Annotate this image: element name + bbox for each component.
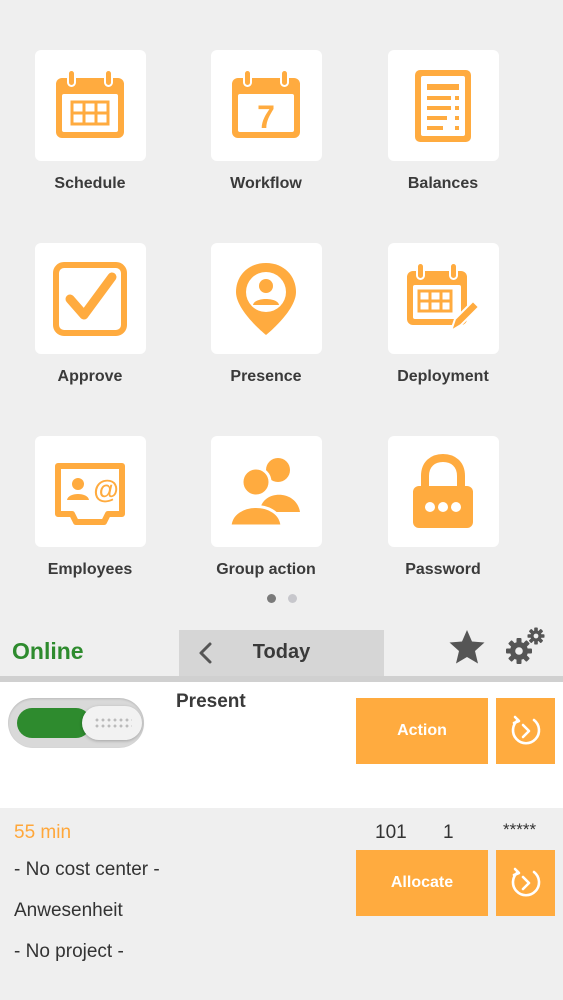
- presence-toggle-knob[interactable]: [82, 706, 142, 740]
- day-navigator[interactable]: Today: [179, 630, 384, 676]
- checkbox-icon: [53, 261, 127, 336]
- presence-toggle[interactable]: [8, 698, 144, 748]
- booking-panel: 55 min - No cost center - Anwesenheit - …: [0, 808, 563, 1000]
- calendar-pencil-icon: [407, 261, 481, 333]
- connection-status: Online: [12, 638, 84, 664]
- gear-icon[interactable]: [504, 626, 548, 666]
- duration-label: 55 min: [14, 822, 72, 843]
- masked-value: *****: [503, 820, 537, 839]
- project-label[interactable]: - No project -: [14, 941, 124, 963]
- app-grid: Schedule 7 Workflow Balances Approve Pre…: [0, 0, 563, 620]
- allocate-timer-button[interactable]: [496, 850, 555, 916]
- code-secondary: 1: [443, 822, 454, 843]
- group-people-icon: [228, 457, 300, 527]
- tile-approve[interactable]: Approve: [2, 243, 178, 386]
- allocate-button[interactable]: Allocate: [356, 850, 488, 916]
- tile-schedule[interactable]: Schedule: [2, 50, 178, 193]
- tile-presence-label: Presence: [230, 368, 302, 385]
- padlock-icon: [413, 453, 473, 528]
- tile-presence-box[interactable]: [210, 243, 322, 354]
- tile-password-box[interactable]: [387, 436, 499, 547]
- star-icon[interactable]: [447, 627, 487, 667]
- page-dot-1[interactable]: [266, 594, 276, 603]
- code-primary: 101: [375, 822, 407, 843]
- tile-schedule-box[interactable]: [34, 50, 146, 161]
- tile-balances-label: Balances: [407, 175, 479, 192]
- tile-deployment-box[interactable]: [387, 243, 499, 354]
- current-day-label: Today: [252, 641, 311, 663]
- timer-refresh-icon: [511, 715, 540, 745]
- tile-workflow[interactable]: 7 Workflow: [178, 50, 354, 193]
- presence-panel: Present Action: [0, 682, 563, 808]
- tile-schedule-label: Schedule: [54, 175, 126, 192]
- tile-deployment-label: Deployment: [397, 368, 489, 385]
- tile-approve-label: Approve: [57, 368, 123, 385]
- action-button[interactable]: Action: [356, 698, 488, 764]
- tile-employees[interactable]: @ Employees: [2, 436, 178, 579]
- grip-icon: [94, 717, 132, 729]
- tile-group-action[interactable]: Group action: [178, 436, 354, 579]
- activity-label[interactable]: Anwesenheit: [14, 900, 123, 922]
- tile-approve-box[interactable]: [34, 243, 146, 354]
- timer-refresh-icon: [511, 867, 540, 897]
- tile-password-label: Password: [405, 561, 481, 578]
- document-list-icon: [415, 69, 471, 142]
- action-timer-button[interactable]: [496, 698, 555, 764]
- tile-employees-label: Employees: [47, 561, 133, 578]
- tile-group-action-box[interactable]: [210, 436, 322, 547]
- presence-toggle-track: [17, 708, 91, 738]
- tile-presence[interactable]: Presence: [178, 243, 354, 386]
- page-dot-2[interactable]: [287, 594, 297, 603]
- tile-deployment[interactable]: Deployment: [355, 243, 531, 386]
- cost-center-label[interactable]: - No cost center -: [14, 859, 160, 881]
- contact-card-icon: @: [55, 462, 125, 525]
- calendar-day-icon: 7: [232, 68, 300, 138]
- tile-balances[interactable]: Balances: [355, 50, 531, 193]
- presence-state-label: Present: [176, 691, 246, 712]
- tile-password[interactable]: Password: [355, 436, 531, 579]
- tile-workflow-label: Workflow: [230, 175, 302, 192]
- svg-text:@: @: [93, 474, 118, 504]
- calendar-grid-icon: [56, 68, 124, 138]
- tile-workflow-box[interactable]: 7: [210, 50, 322, 161]
- tile-balances-box[interactable]: [387, 50, 499, 161]
- tile-group-action-label: Group action: [216, 561, 316, 578]
- tile-employees-box[interactable]: @: [34, 436, 146, 547]
- page-indicator[interactable]: [0, 594, 563, 603]
- location-pin-person-icon: [236, 262, 296, 335]
- calendar-day-number: 7: [257, 99, 275, 135]
